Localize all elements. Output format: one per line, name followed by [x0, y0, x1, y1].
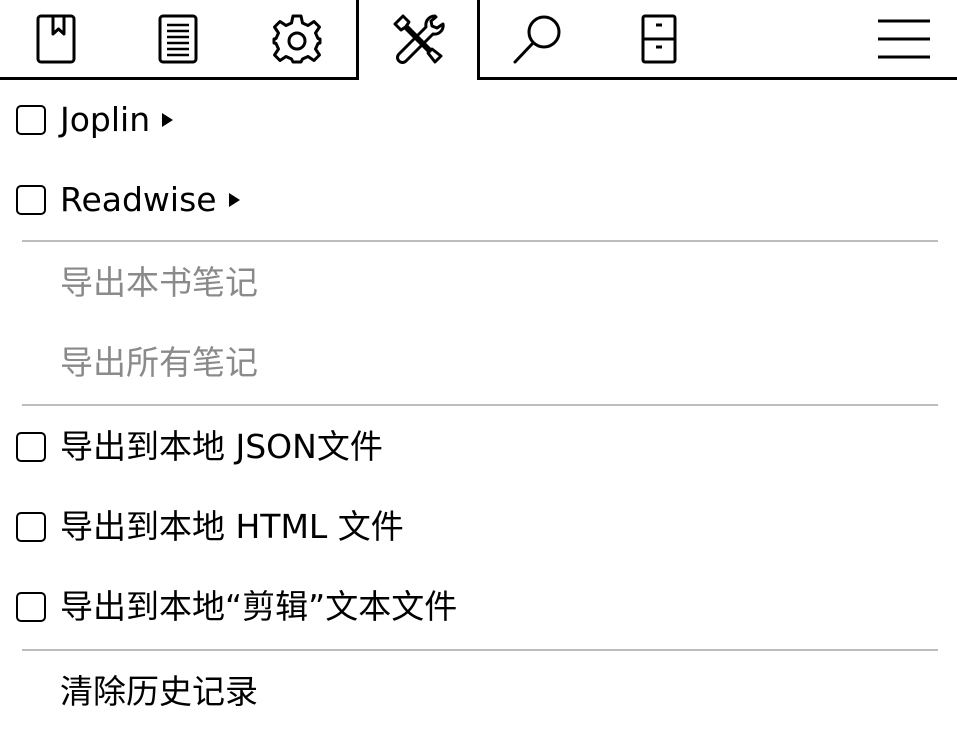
- menu-item-joplin[interactable]: Joplin: [0, 80, 957, 160]
- tab-bar: [0, 0, 957, 80]
- menu-item-label: 导出到本地 JSON文件: [60, 427, 383, 466]
- hamburger-icon: [878, 19, 930, 58]
- tab-search[interactable]: [494, 0, 582, 77]
- menu-separator: [22, 240, 938, 242]
- menu-item-export-clippings[interactable]: 导出到本地“剪辑”文本文件: [0, 567, 957, 647]
- menu-item-export-book-notes: 导出本书笔记: [0, 243, 957, 323]
- menu-item-label: 导出到本地“剪辑”文本文件: [60, 587, 458, 626]
- menu-item-export-json[interactable]: 导出到本地 JSON文件: [0, 407, 957, 487]
- menu-separator: [22, 649, 938, 651]
- submenu-arrow-icon: [228, 192, 240, 207]
- menu-item-export-all-notes: 导出所有笔记: [0, 323, 957, 403]
- menu-item-label: 清除历史记录: [60, 672, 258, 711]
- menu-separator: [22, 404, 938, 406]
- menu-item-readwise[interactable]: Readwise: [0, 160, 957, 240]
- submenu-arrow-icon: [162, 112, 174, 127]
- tab-menu[interactable]: [860, 0, 948, 77]
- tab-toc[interactable]: [134, 0, 222, 77]
- tab-tools[interactable]: [374, 0, 462, 77]
- checkbox[interactable]: [16, 185, 46, 215]
- menu-item-label: 导出到本地 HTML 文件: [60, 507, 404, 546]
- tab-settings[interactable]: [253, 0, 341, 77]
- tab-divider-right: [477, 0, 480, 80]
- checkbox[interactable]: [16, 512, 46, 542]
- tools-icon: [393, 14, 445, 64]
- tab-bookmarks[interactable]: [12, 0, 100, 77]
- gear-icon: [272, 14, 322, 63]
- checkbox[interactable]: [16, 592, 46, 622]
- menu-item-label: 导出本书笔记: [60, 263, 258, 302]
- checkbox[interactable]: [16, 105, 46, 135]
- list-icon: [158, 14, 198, 63]
- bookmark-icon: [36, 14, 76, 63]
- cabinet-icon: [641, 14, 677, 63]
- menu-item-clear-history[interactable]: 清除历史记录: [0, 652, 957, 732]
- menu-item-label: Readwise: [60, 180, 240, 220]
- menu-item-label: Joplin: [60, 100, 174, 140]
- tab-divider-left: [356, 0, 359, 80]
- tab-library[interactable]: [614, 0, 702, 77]
- menu-item-export-html[interactable]: 导出到本地 HTML 文件: [0, 487, 957, 567]
- checkbox[interactable]: [16, 432, 46, 462]
- menu-item-label: 导出所有笔记: [60, 343, 258, 382]
- search-icon: [513, 15, 561, 63]
